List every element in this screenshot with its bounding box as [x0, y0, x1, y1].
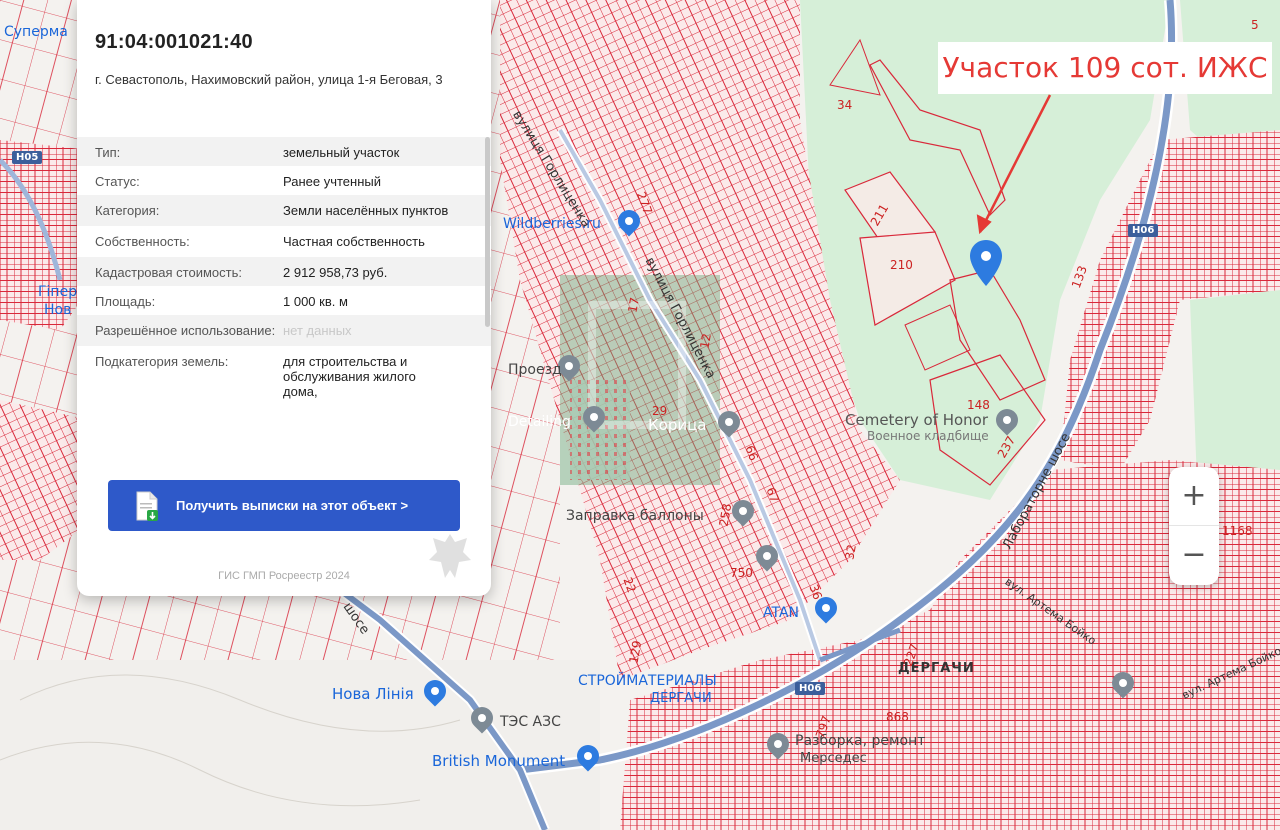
- property-key: Тип:: [95, 145, 121, 160]
- property-value: нет данных: [283, 323, 352, 338]
- property-value: Земли населённых пунктов: [283, 203, 449, 218]
- poi-label-giper[interactable]: Гіпер: [38, 284, 77, 300]
- get-extract-label: Получить выписки на этот объект >: [176, 498, 409, 513]
- poi-label-nova[interactable]: Нов: [44, 302, 71, 318]
- properties-list: Тип: земельный участок Статус: Ранее учт…: [77, 137, 491, 405]
- parcel-number: 17: [625, 296, 642, 314]
- property-value: 2 912 958,73 руб.: [283, 265, 388, 280]
- property-row-permitted-use: Разрешённое использование: нет данных: [77, 315, 491, 346]
- property-key: Подкатегория земель:: [95, 354, 229, 369]
- get-extract-button[interactable]: Получить выписки на этот объект >: [108, 480, 460, 531]
- property-key: Разрешённое использование:: [95, 323, 276, 338]
- parcel-number: 750: [730, 566, 753, 580]
- poi-label-cemetery-ru: Военное кладбище: [867, 429, 989, 443]
- cadastral-number: 91:04:001021:40: [95, 31, 253, 53]
- property-value: Частная собственность: [283, 234, 425, 249]
- property-row-subcategory: Подкатегория земель: для строительства и…: [77, 346, 491, 405]
- poi-label-cemetery[interactable]: Cemetery of Honor: [845, 411, 988, 429]
- object-address: г. Севастополь, Нахимовский район, улица…: [95, 72, 443, 87]
- poi-label-stroymaterialy[interactable]: СТРОЙМАТЕРИАЛЫ: [578, 673, 717, 689]
- property-row-ownership: Собственность: Частная собственность: [77, 226, 491, 257]
- poi-label-dergachi-store[interactable]: ДЕРГАЧИ: [650, 691, 712, 706]
- parcel-number: 148: [967, 398, 990, 412]
- parcel-number: 29: [652, 404, 668, 418]
- property-value: Ранее учтенный: [283, 174, 381, 189]
- poi-label-zapravka[interactable]: Заправка баллоны: [566, 508, 704, 524]
- property-row-area: Площадь: 1 000 кв. м: [77, 286, 491, 315]
- property-row-cadastral-value: Кадастровая стоимость: 2 912 958,73 руб.: [77, 257, 491, 286]
- property-row-status: Статус: Ранее учтенный: [77, 166, 491, 195]
- zoom-out-button[interactable]: −: [1169, 526, 1219, 584]
- document-download-icon: [135, 491, 159, 521]
- poi-label-tes-azs[interactable]: ТЭС АЗС: [500, 714, 561, 730]
- zoom-in-button[interactable]: +: [1169, 467, 1219, 526]
- poi-label-supermarket[interactable]: Суперма: [4, 24, 68, 40]
- poi-label-nova-liniya[interactable]: Нова Лінія: [332, 685, 414, 703]
- poi-label-mersedes: Мерседес: [800, 751, 867, 766]
- property-row-category: Категория: Земли населённых пунктов: [77, 195, 491, 226]
- poi-label-british-monument[interactable]: British Monument: [432, 752, 565, 770]
- property-key: Статус:: [95, 174, 140, 189]
- property-row-type: Тип: земельный участок: [77, 137, 491, 166]
- property-key: Категория:: [95, 203, 160, 218]
- property-key: Собственность:: [95, 234, 190, 249]
- poi-label-proezd[interactable]: Проезд: [508, 362, 562, 378]
- parcel-number: 5: [1251, 18, 1259, 32]
- panel-footer: ГИС ГМП Росреестр 2024: [218, 570, 350, 582]
- parcel-number: 868: [886, 710, 909, 724]
- poi-label-atan[interactable]: ATAN: [763, 605, 799, 621]
- property-value: для строительства и обслуживания жилого …: [283, 354, 416, 399]
- road-badge-h06: H06: [795, 682, 826, 695]
- road-badge-h06: H06: [1128, 224, 1159, 237]
- poi-label-koritsa[interactable]: Корица: [648, 416, 707, 434]
- properties-scrollbar[interactable]: [485, 137, 490, 327]
- parcel-annotation: Участок 109 сот. ИЖС: [938, 42, 1272, 94]
- parcel-number: 34: [837, 98, 853, 112]
- object-info-panel: 91:04:001021:40 г. Севастополь, Нахимовс…: [77, 0, 491, 596]
- road-badge-h05: H05: [12, 151, 43, 164]
- parcel-number: 1168: [1222, 524, 1253, 538]
- parcel-number: 12: [697, 332, 714, 350]
- property-value: 1 000 кв. м: [283, 294, 348, 309]
- poi-label-detailing[interactable]: Detailing: [508, 414, 571, 430]
- parcel-number: 32: [842, 543, 859, 561]
- poi-label-wildberries[interactable]: Wildberries.ru: [503, 216, 601, 232]
- property-key: Площадь:: [95, 294, 156, 309]
- annotation-text: Участок 109 сот. ИЖС: [942, 51, 1268, 84]
- property-key: Кадастровая стоимость:: [95, 265, 242, 280]
- zoom-controls: + −: [1169, 467, 1219, 585]
- parcel-number: 210: [890, 258, 913, 272]
- property-value: земельный участок: [283, 145, 400, 160]
